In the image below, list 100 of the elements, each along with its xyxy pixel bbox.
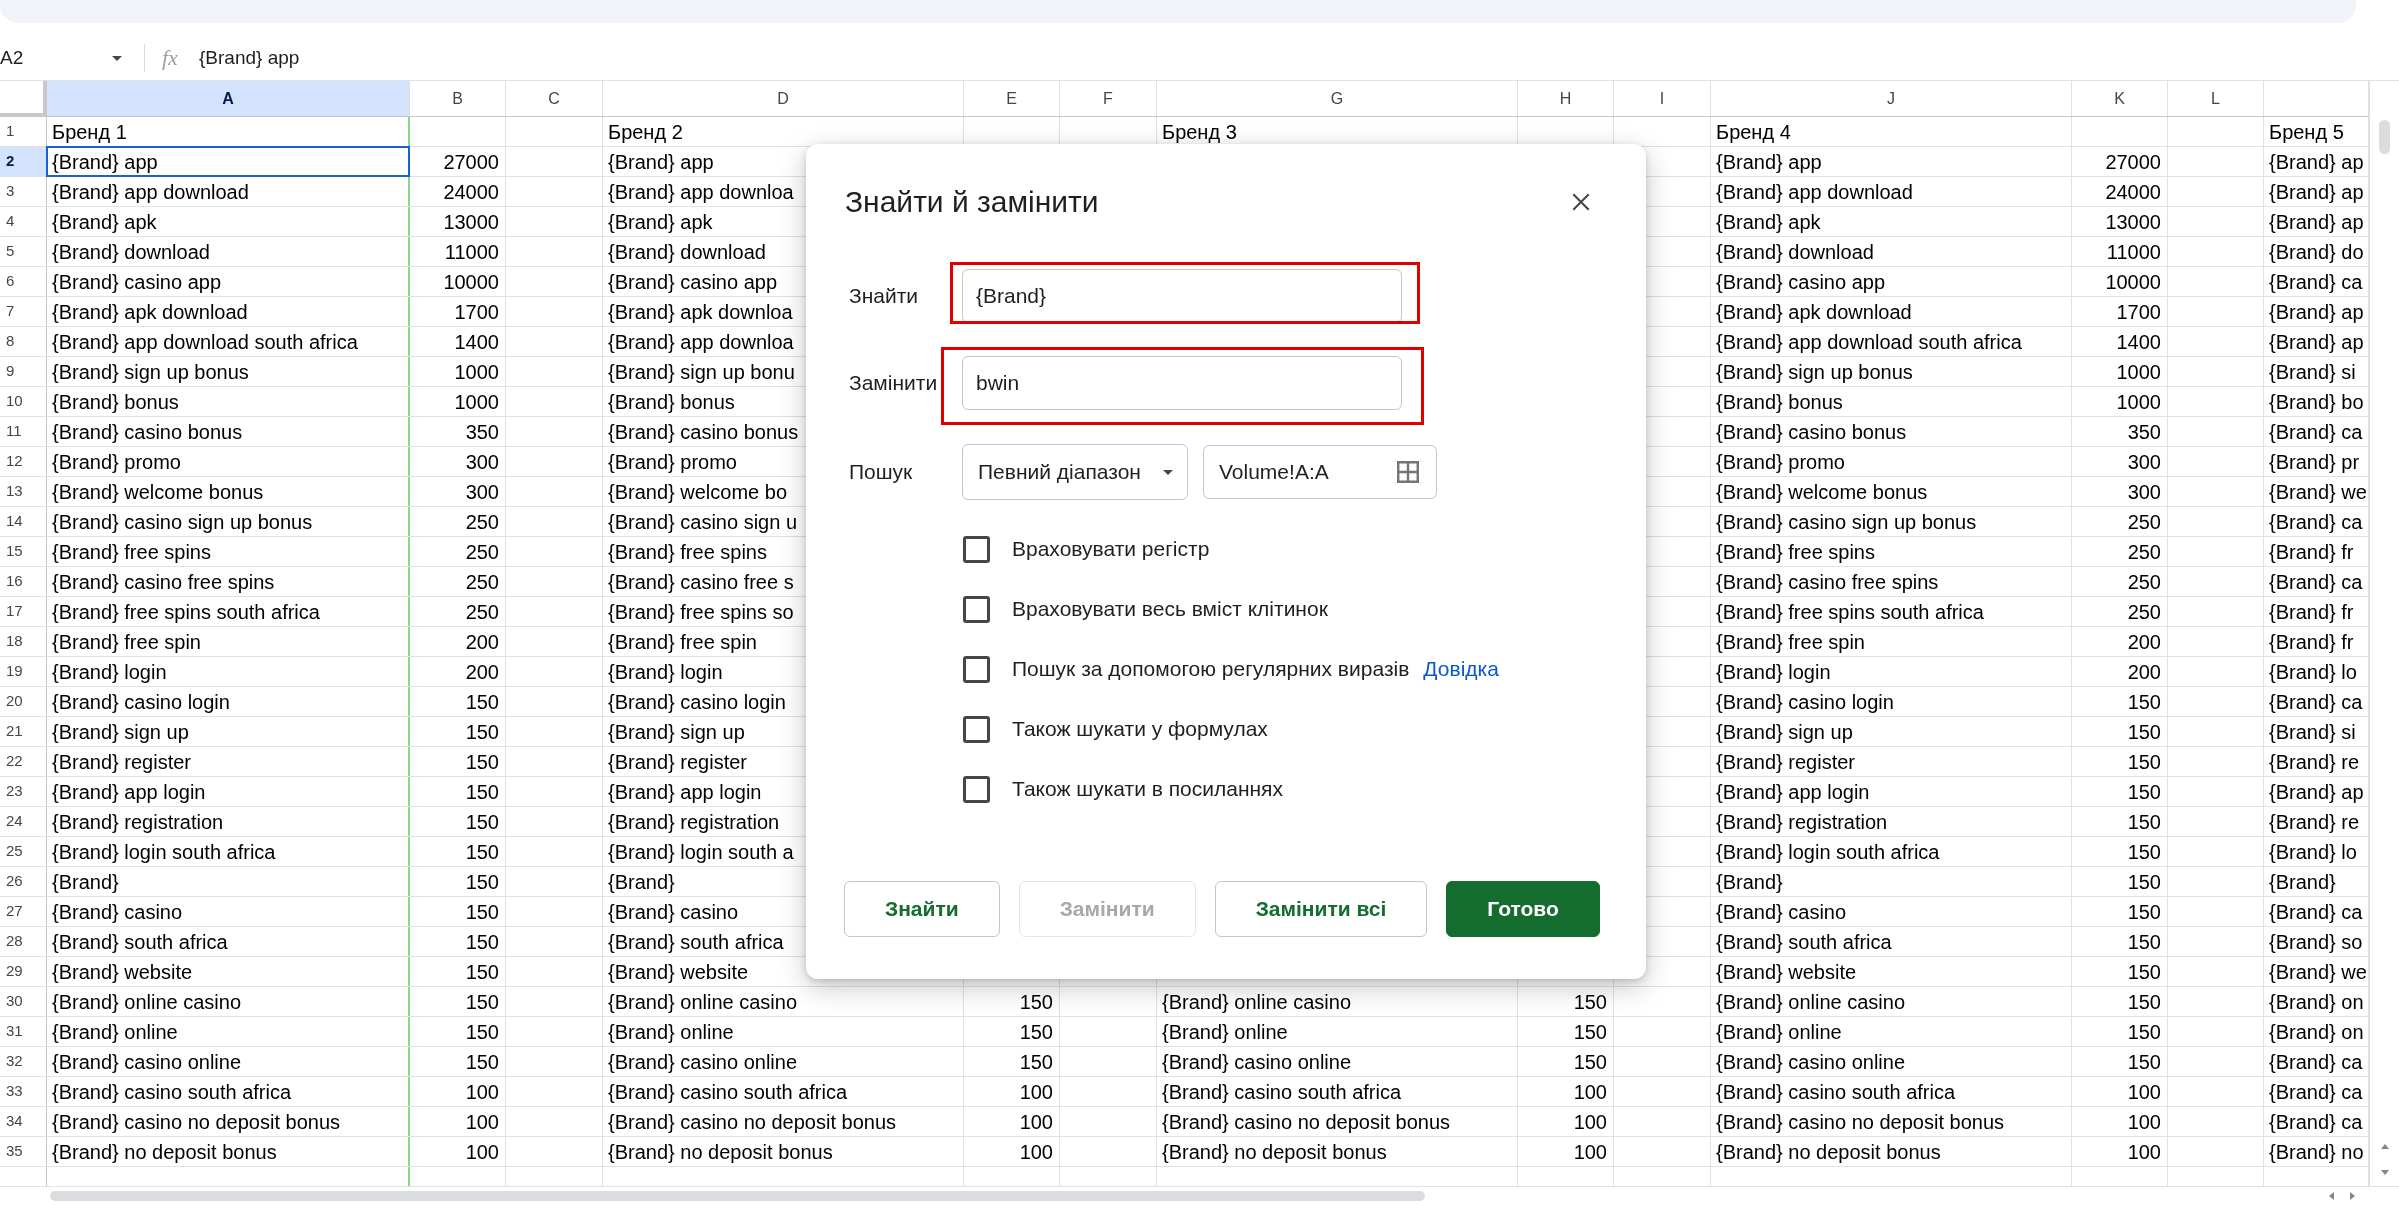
cell-number: 200 xyxy=(2127,661,2161,684)
caret-right-icon[interactable] xyxy=(2350,1192,2355,1200)
cell-text: {Brand} login xyxy=(1716,661,1831,684)
option-label[interactable]: Враховувати регістр xyxy=(1012,533,1210,565)
checkbox[interactable] xyxy=(963,535,990,563)
cell-text: {Brand} website xyxy=(608,961,749,984)
help-link[interactable]: Довідка xyxy=(1423,653,1499,685)
cell-text: Бренд 3 xyxy=(1162,121,1237,144)
cell-number: 1000 xyxy=(454,361,499,384)
caret-left-icon[interactable] xyxy=(2329,1192,2334,1200)
cell-number: 300 xyxy=(465,451,499,474)
cell-text: {Brand} xyxy=(2269,871,2336,894)
cell-text: {Brand} online xyxy=(52,1021,178,1044)
cell-number: 150 xyxy=(465,721,499,744)
cell-number: 100 xyxy=(1019,1111,1053,1134)
cell-text: {Brand} online casino xyxy=(608,991,798,1014)
cell-text: {Brand} casino south africa xyxy=(1716,1081,1956,1104)
column-header[interactable]: A xyxy=(47,81,410,116)
cell-text: {Brand} no deposit bonus xyxy=(608,1141,833,1164)
replace-all-button[interactable]: Замінити всі xyxy=(1214,881,1428,937)
cell-text: {Brand} no deposit bonus xyxy=(52,1141,277,1164)
cell-number: 100 xyxy=(2127,1141,2161,1164)
row-number[interactable]: 2 xyxy=(0,147,47,176)
cell-number: 1400 xyxy=(454,331,499,354)
cell-text: {Brand} ap xyxy=(2269,211,2364,234)
cell-text: {Brand} pr xyxy=(2269,451,2360,474)
cell-text: {Brand} fr xyxy=(2269,631,2354,654)
checkbox[interactable] xyxy=(963,595,990,623)
cell-text: Бренд 5 xyxy=(2269,121,2344,144)
cell-text: {Brand} casino no deposit bonus xyxy=(1716,1111,2004,1134)
option-label[interactable]: Також шукати у формулах xyxy=(1012,713,1268,745)
cell-number: 13000 xyxy=(443,211,499,234)
cell-text: {Brand} fr xyxy=(2269,541,2354,564)
scrollbar-thumb[interactable] xyxy=(2379,120,2390,154)
field-label: Пошук xyxy=(848,459,914,486)
cell-number: 150 xyxy=(465,871,499,894)
option-label[interactable]: Пошук за допомогою регулярних виразів xyxy=(1012,653,1410,685)
cell-text: {Brand} bonus xyxy=(52,391,179,414)
cell-number: 150 xyxy=(2127,1051,2161,1074)
replace-field[interactable]: bwin xyxy=(962,356,1402,410)
caret-down-icon xyxy=(1163,469,1173,475)
cell-text: {Brand} re xyxy=(2269,751,2360,774)
cell-text: {Brand} free spins south africa xyxy=(1716,601,1984,624)
cell-text: {Brand} sign up xyxy=(608,721,745,744)
cell-text: {Brand} lo xyxy=(2269,841,2357,864)
find-button[interactable]: Знайти xyxy=(844,881,1000,937)
cell-number: 250 xyxy=(2127,541,2161,564)
cell-text: {Brand} register xyxy=(52,751,191,774)
cell-text: {Brand} casino sign up bonus xyxy=(1716,511,1977,534)
name-box[interactable]: A2 xyxy=(0,40,130,76)
formula-text[interactable]: {Brand} app xyxy=(199,46,300,70)
cell-text: {Brand} online xyxy=(608,1021,734,1044)
cell-text: {Brand} xyxy=(608,871,675,894)
cell-number: 100 xyxy=(1573,1141,1607,1164)
cell-text: {Brand} casino bonus xyxy=(52,421,243,444)
cell-text: {Brand} casino sign u xyxy=(608,511,798,534)
caret-up-icon[interactable] xyxy=(2380,1144,2389,1149)
cell-text: {Brand} casino south africa xyxy=(1162,1081,1402,1104)
find-field[interactable]: {Brand} xyxy=(962,269,1402,323)
cell-text: {Brand} online xyxy=(1162,1021,1288,1044)
cell-text: {Brand} we xyxy=(2269,481,2367,504)
checkbox[interactable] xyxy=(963,775,990,803)
cell-text: {Brand} ap xyxy=(2269,781,2364,804)
checkbox[interactable] xyxy=(963,655,990,683)
cell-text: {Brand} welcome bonus xyxy=(1716,481,1928,504)
done-button[interactable]: Готово xyxy=(1446,881,1600,937)
cell-number: 150 xyxy=(2127,841,2161,864)
cell-number: 10000 xyxy=(2105,271,2161,294)
cell-number: 150 xyxy=(465,991,499,1014)
checkbox[interactable] xyxy=(963,715,990,743)
cell-text: {Brand} app login xyxy=(52,781,206,804)
range-field[interactable]: Volume!A:A xyxy=(1203,445,1437,499)
cell-number: 27000 xyxy=(2105,151,2161,174)
cell-text: {Brand} website xyxy=(52,961,193,984)
caret-down-icon[interactable] xyxy=(2380,1170,2389,1175)
cell-number: 150 xyxy=(465,961,499,984)
cell-text: {Brand} free spins so xyxy=(608,601,794,624)
cell-text: {Brand} app login xyxy=(608,781,762,804)
option-label[interactable]: Також шукати в посиланнях xyxy=(1012,773,1283,805)
cell-number: 200 xyxy=(465,631,499,654)
cell-text: {Brand} app download xyxy=(52,181,249,204)
scope-dropdown[interactable]: Певний діапазон xyxy=(962,444,1188,500)
cell-text: {Brand} on xyxy=(2269,991,2364,1014)
cell-number: 27000 xyxy=(443,151,499,174)
option-label[interactable]: Враховувати весь вміст клітинок xyxy=(1012,593,1328,625)
cell-text: {Brand} free spin xyxy=(52,631,201,654)
cell-text: {Brand} app xyxy=(1716,151,1822,174)
cell-number: 150 xyxy=(465,1021,499,1044)
cell-text: {Brand} app download south africa xyxy=(1716,331,2022,354)
cell-text: {Brand} ca xyxy=(2269,1051,2363,1074)
cell-text: {Brand} login south africa xyxy=(1716,841,1940,864)
cell-text: {Brand} registration xyxy=(608,811,780,834)
cell-text: {Brand} casino no deposit bonus xyxy=(52,1111,340,1134)
cell-text: {Brand} ap xyxy=(2269,181,2364,204)
cell-text: {Brand} casino login xyxy=(52,691,230,714)
cell-text: {Brand} app downloa xyxy=(608,331,794,354)
grid-icon[interactable] xyxy=(1397,461,1419,483)
cell-text: {Brand} bonus xyxy=(608,391,735,414)
cell-text: Бренд 2 xyxy=(608,121,683,144)
scrollbar-thumb[interactable] xyxy=(50,1191,1425,1201)
